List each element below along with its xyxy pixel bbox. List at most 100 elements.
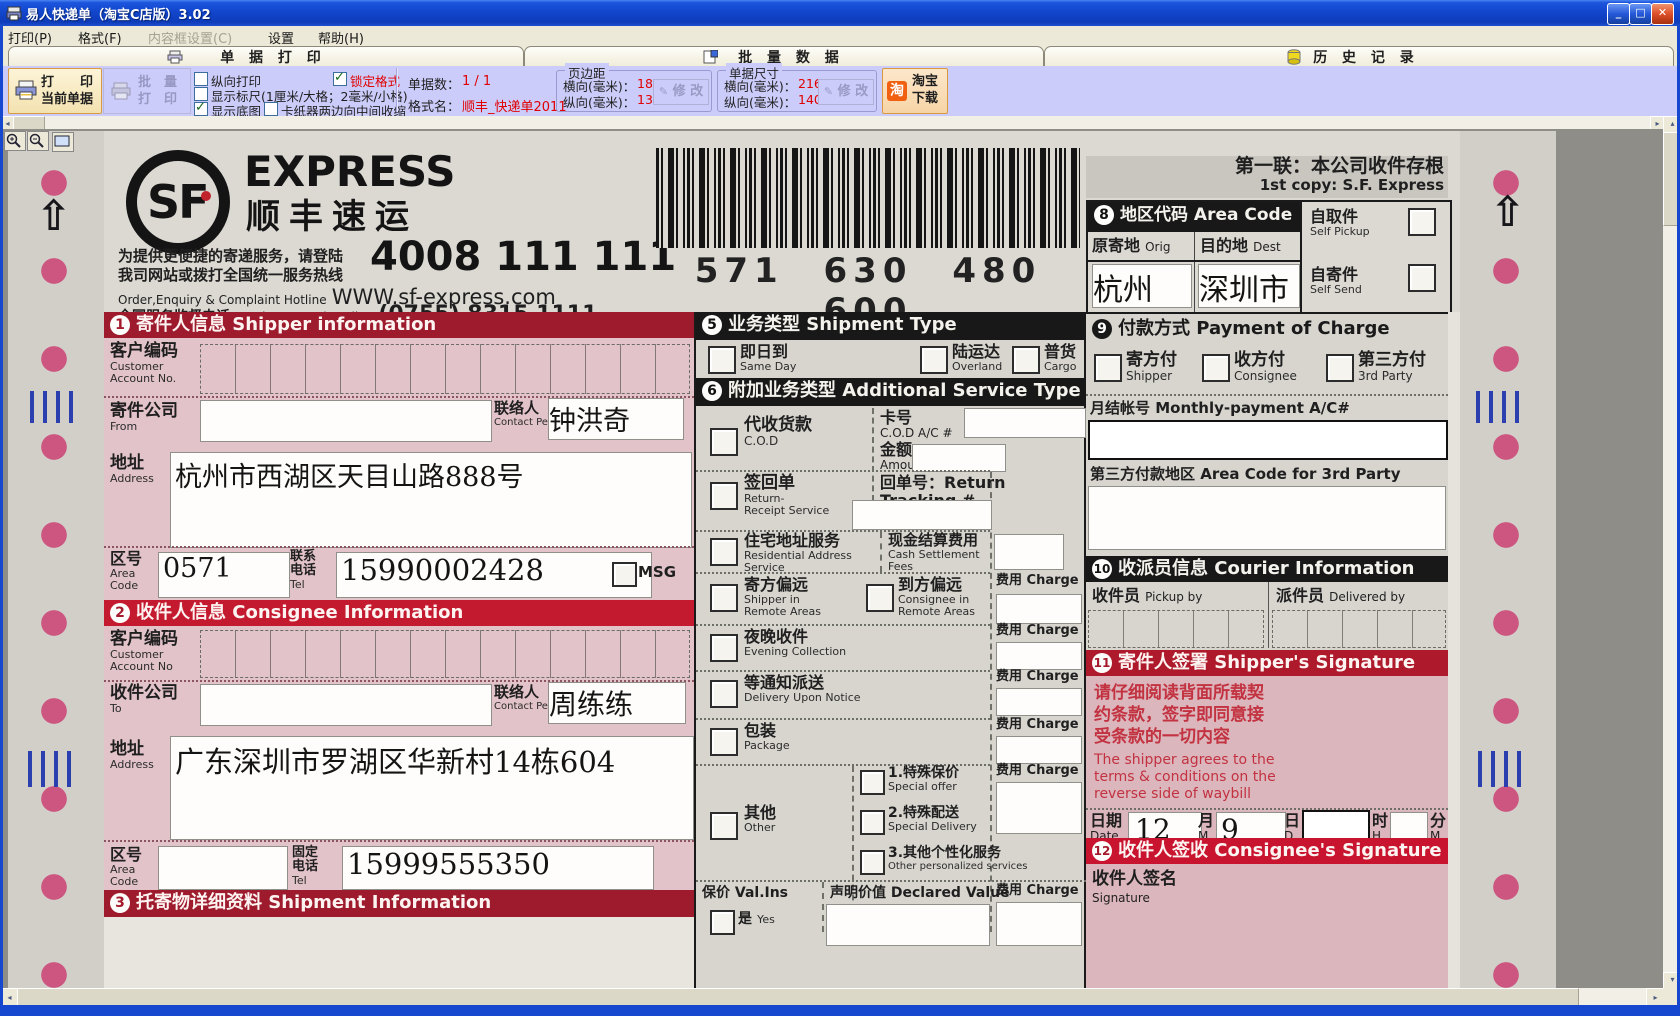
return-receipt-checkbox[interactable] (710, 482, 738, 510)
consignee-address-input[interactable]: 广东深圳市罗湖区华新村14栋604 (170, 736, 694, 840)
shipper-address-input[interactable]: 杭州市西湖区天目山路888号 (170, 452, 692, 548)
menu-help[interactable]: 帮助(H) (318, 28, 364, 47)
fit-page-button[interactable] (52, 132, 74, 152)
self-pickup-checkbox[interactable] (1408, 208, 1436, 236)
shrink-center-checkbox[interactable] (264, 102, 278, 116)
pay-consignee-checkbox[interactable] (1202, 354, 1230, 382)
special-delivery-checkbox[interactable] (860, 810, 885, 835)
insured-charge-input[interactable] (996, 902, 1082, 946)
lock-format-checkbox[interactable] (333, 72, 347, 86)
shipper-area-input[interactable]: 0571 (158, 552, 290, 598)
maximize-button[interactable]: □ (1629, 3, 1652, 25)
menu-settings[interactable]: 设置 (268, 28, 294, 47)
return-tracking-input[interactable] (852, 500, 992, 530)
section1-number: 1 (110, 315, 130, 335)
pay-shipper-checkbox[interactable] (1094, 354, 1122, 382)
declared-value-input[interactable] (826, 904, 990, 946)
self-send-checkbox[interactable] (1408, 264, 1436, 292)
section5-title: 业务类型 Shipment Type (728, 312, 957, 338)
consignee-remote-checkbox[interactable] (866, 584, 894, 612)
format-name-label: 格式名： (408, 96, 460, 115)
evening-collection-label: 夜晚收件Evening Collection (744, 628, 846, 658)
insured-yes-checkbox[interactable] (710, 910, 735, 935)
menu-format[interactable]: 格式(F) (78, 28, 122, 47)
overland-checkbox[interactable] (920, 346, 948, 374)
charge-label: 费用 Charge (996, 884, 1079, 898)
shipper-contact-input[interactable]: 钟洪奇 (548, 398, 684, 440)
shipper-account-cells[interactable] (200, 344, 690, 394)
margin-v-value: 13 (637, 92, 653, 107)
tab-history[interactable]: 历 史 记 录 (1044, 46, 1674, 67)
consignee-area-label: 区号AreaCode (110, 846, 142, 888)
evening-collection-checkbox[interactable] (710, 634, 738, 662)
consignee-tel-input[interactable]: 15999555350 (342, 846, 654, 890)
consignee-company-input[interactable] (200, 684, 492, 726)
other-personalized-checkbox[interactable] (860, 850, 885, 875)
minimize-button[interactable]: _ (1607, 3, 1630, 25)
orig-area-input[interactable]: 杭州 (1092, 264, 1192, 308)
evening-charge-input[interactable] (996, 642, 1082, 670)
zoom-in-button[interactable] (4, 131, 26, 151)
close-button[interactable]: ✕ (1651, 3, 1674, 25)
section2-header: 2收件人信息 Consignee Information (104, 600, 694, 626)
menu-bar: 打印(P) 格式(F) 内容框设置(C) 设置 帮助(H) (0, 26, 1680, 47)
msg-checkbox[interactable] (612, 562, 637, 587)
other-charge-input[interactable] (996, 782, 1082, 834)
cod-checkbox[interactable] (710, 428, 738, 456)
tab-document-print[interactable]: 单 据 打 印 (8, 46, 524, 66)
menu-print[interactable]: 打印(P) (8, 28, 52, 47)
row-separator (104, 840, 694, 842)
taobao-download-button[interactable]: 淘 淘宝 下载 (882, 68, 948, 114)
registration-ticks (28, 751, 80, 787)
section12-body: 收件人签名 Signature (1086, 864, 1448, 988)
print-current-label-2: 当前单据 (41, 92, 93, 108)
zoom-out-button[interactable] (27, 131, 49, 151)
residential-checkbox[interactable] (710, 538, 738, 566)
cash-settlement-input[interactable] (994, 534, 1064, 570)
third-party-area-input[interactable] (1088, 486, 1446, 550)
section2-number: 2 (110, 603, 130, 623)
menu-content-box-settings: 内容框设置(C) (148, 28, 232, 47)
print-current-button[interactable]: 打 印 当前单据 (8, 68, 102, 114)
show-background-checkbox[interactable] (194, 102, 208, 116)
remote-charge-input[interactable] (996, 594, 1082, 624)
cargo-checkbox[interactable] (1012, 346, 1040, 374)
portrait-print-checkbox[interactable] (194, 72, 208, 86)
shipper-remote-checkbox[interactable] (710, 584, 738, 612)
other-checkbox[interactable] (710, 812, 738, 840)
pickup-by-cells[interactable] (1088, 610, 1264, 648)
shipper-company-label: 寄件公司From (110, 402, 178, 433)
section12-title: 收件人签收 Consignee's Signature (1118, 838, 1442, 864)
consignee-account-cells[interactable] (200, 630, 690, 678)
brand-express: EXPRESS (244, 149, 456, 195)
show-ruler-checkbox[interactable] (194, 87, 208, 101)
delivery-notice-checkbox[interactable] (710, 680, 738, 708)
section1-title: 寄件人信息 Shipper information (136, 312, 436, 338)
same-day-checkbox[interactable] (708, 346, 736, 374)
delivered-by-cells[interactable] (1272, 610, 1446, 648)
section9-number: 9 (1092, 319, 1112, 339)
consignee-contact-input[interactable]: 周练练 (548, 682, 686, 724)
taobao-label-2: 下载 (912, 91, 938, 107)
dest-area-input[interactable]: 深圳市 (1198, 264, 1300, 308)
pay-third-party-checkbox[interactable] (1326, 354, 1354, 382)
shipper-tel-input[interactable]: 15990002428 (336, 552, 652, 598)
consignee-area-input[interactable] (158, 846, 288, 890)
notice-charge-input[interactable] (996, 688, 1082, 716)
package-charge-input[interactable] (996, 736, 1082, 764)
window-frame-left (0, 26, 3, 1016)
cod-card-input[interactable] (964, 408, 1086, 438)
row-separator (696, 624, 990, 626)
sf-logo-dot (201, 191, 211, 201)
special-insured-checkbox[interactable] (860, 770, 885, 795)
insured-divider (822, 882, 824, 932)
monthly-account-input[interactable] (1088, 420, 1448, 460)
cod-amount-input[interactable] (912, 444, 1006, 472)
shipper-company-input[interactable] (200, 400, 492, 442)
bottom-horizontal-scrollbar[interactable]: ◂ ▸ (0, 988, 1663, 1005)
package-checkbox[interactable] (710, 728, 738, 756)
page-margin-group: 页边距 横向(毫米)： 18 纵向(毫米)： 13 ✎ 修 改 (556, 70, 712, 112)
top-horizontal-scrollbar[interactable]: ◂ ▸ (0, 116, 1663, 129)
section8-header: 8地区代码 Area Code (1088, 202, 1300, 232)
row-separator (696, 670, 990, 672)
